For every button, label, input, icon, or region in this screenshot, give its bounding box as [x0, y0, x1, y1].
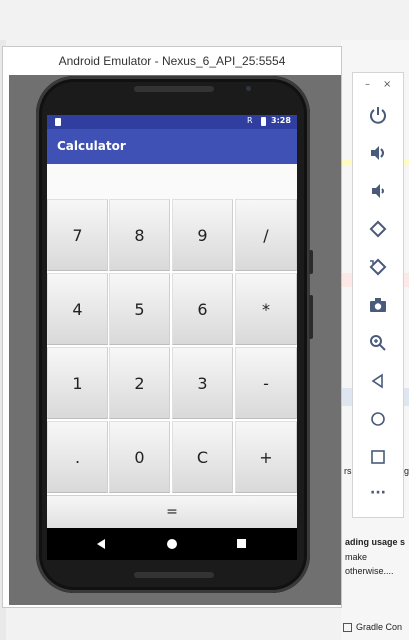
- overview-icon[interactable]: [353, 447, 403, 471]
- rotate-left-icon[interactable]: [353, 219, 403, 243]
- gradle-console-tab[interactable]: Gradle Con: [343, 622, 403, 633]
- status-time: 3:28: [271, 116, 291, 125]
- back-icon[interactable]: [353, 371, 403, 395]
- key-multiply[interactable]: *: [235, 273, 297, 345]
- key-3[interactable]: 3: [172, 347, 233, 419]
- key-4[interactable]: 4: [47, 273, 108, 345]
- calculator-display: [47, 164, 297, 199]
- ide-text-snippet: make: [345, 552, 368, 562]
- ide-text-snippet: ading usage s: [345, 537, 406, 547]
- key-divide[interactable]: /: [235, 199, 297, 271]
- home-icon[interactable]: [353, 409, 403, 433]
- power-icon[interactable]: [353, 105, 403, 129]
- app-bar: Calculator: [47, 129, 297, 164]
- nav-back-icon[interactable]: [97, 539, 105, 549]
- navigation-bar: [47, 528, 297, 560]
- key-1[interactable]: 1: [47, 347, 108, 419]
- key-0[interactable]: 0: [109, 421, 170, 493]
- console-icon: [343, 623, 352, 633]
- zoom-icon[interactable]: [353, 333, 403, 357]
- toolbar-minimize-button[interactable]: –: [365, 79, 370, 90]
- ide-text-snippet: rs: [344, 466, 352, 476]
- keypad: 7 8 9 / 4 5 6 * 1 2 3 - . 0 C +: [47, 199, 297, 495]
- device-screen[interactable]: R 3:28 Calculator 7 8 9 / 4 5 6 * 1 2 3 …: [47, 115, 297, 560]
- ide-text-snippet: g: [404, 466, 409, 476]
- toolbar-close-button[interactable]: ×: [383, 79, 391, 90]
- emulator-toolbar: – × ···: [352, 72, 404, 518]
- phone-volume-rocker: [309, 295, 313, 339]
- phone-power-button: [309, 250, 313, 274]
- rotate-right-icon[interactable]: [353, 257, 403, 281]
- signal-icon: R: [247, 116, 253, 125]
- ide-text-snippet: otherwise....: [345, 566, 394, 576]
- key-decimal[interactable]: .: [47, 421, 108, 493]
- sd-card-icon: [55, 118, 61, 126]
- status-bar: R 3:28: [47, 115, 297, 129]
- nav-home-icon[interactable]: [167, 539, 177, 549]
- key-subtract[interactable]: -: [235, 347, 297, 419]
- key-6[interactable]: 6: [172, 273, 233, 345]
- key-7[interactable]: 7: [47, 199, 108, 271]
- volume-up-icon[interactable]: [353, 143, 403, 167]
- more-icon[interactable]: ···: [353, 485, 403, 509]
- camera-icon[interactable]: [353, 295, 403, 319]
- key-5[interactable]: 5: [109, 273, 170, 345]
- nav-recents-icon[interactable]: [237, 539, 246, 548]
- key-2[interactable]: 2: [109, 347, 170, 419]
- key-9[interactable]: 9: [172, 199, 233, 271]
- emulator-window-title: Android Emulator - Nexus_6_API_25:5554: [58, 54, 286, 68]
- speaker-grille-bottom: [134, 572, 214, 578]
- key-8[interactable]: 8: [109, 199, 170, 271]
- key-clear[interactable]: C: [172, 421, 233, 493]
- app-title: Calculator: [57, 139, 126, 153]
- gradle-console-label: Gradle Con: [356, 622, 403, 632]
- key-equals[interactable]: =: [47, 495, 297, 528]
- volume-down-icon[interactable]: [353, 181, 403, 205]
- key-add[interactable]: +: [235, 421, 297, 493]
- battery-icon: [261, 117, 266, 126]
- front-camera: [246, 86, 251, 91]
- speaker-grille-top: [134, 86, 214, 92]
